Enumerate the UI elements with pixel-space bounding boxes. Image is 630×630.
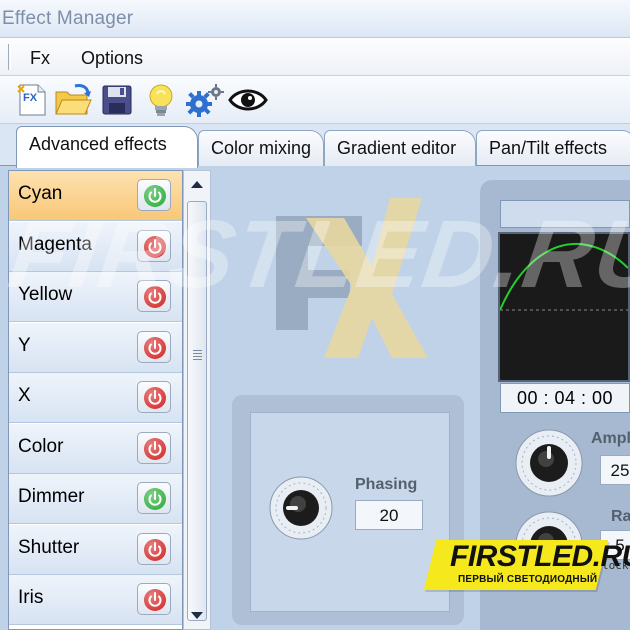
preview-header (500, 200, 630, 228)
tab-gradient-editor[interactable]: Gradient editor (324, 130, 476, 166)
channel-label: Magenta (18, 233, 92, 255)
amplitude-knob[interactable] (514, 428, 584, 503)
waveform-preview (498, 232, 630, 382)
channel-row-yellow[interactable]: Yellow (9, 272, 182, 322)
phasing-knob[interactable] (268, 475, 334, 546)
channel-label: Iris (18, 587, 44, 608)
channel-label: Color (18, 435, 64, 457)
amplitude-value-field[interactable]: 25 (600, 455, 630, 485)
power-icon (144, 336, 166, 359)
power-toggle-button[interactable] (137, 532, 171, 565)
channel-label: Dimmer (18, 486, 85, 507)
power-toggle-button[interactable] (137, 330, 171, 363)
power-toggle-button[interactable] (137, 280, 171, 312)
save-icon[interactable] (99, 82, 135, 118)
scroll-up-button[interactable] (184, 171, 210, 197)
channel-row-x[interactable]: X (9, 373, 182, 423)
phasing-label: Phasing (355, 476, 418, 493)
brand-badge-name: FIRSTLED.RU (450, 540, 630, 573)
tab-color-mixing[interactable]: Color mixing (198, 130, 324, 166)
svg-text:FX: FX (23, 92, 38, 104)
channel-list-scrollbar[interactable] (183, 170, 211, 630)
amplitude-label: Ampl (591, 430, 630, 447)
power-icon (144, 437, 166, 460)
power-icon (144, 235, 166, 258)
channel-label: Yellow (18, 284, 73, 305)
power-toggle-button[interactable] (137, 482, 171, 514)
power-icon (144, 538, 166, 561)
light-bulb-icon[interactable] (142, 82, 178, 118)
channel-row-magenta[interactable]: Magenta (9, 221, 182, 272)
channel-row-dimmer[interactable]: Dimmer (9, 474, 182, 524)
channel-list: Cyan Magenta Yellow Y X Color Dimmer Shutter Iri… (8, 170, 183, 630)
power-icon (144, 488, 166, 510)
tab-strip: Advanced effects Color mixing Gradient e… (0, 124, 630, 168)
power-icon (144, 185, 166, 207)
channel-row-iris[interactable]: Iris (9, 575, 182, 625)
power-icon (144, 286, 166, 308)
channel-label: Y (18, 334, 31, 356)
brand-badge-tagline: ПЕРВЫЙ СВЕТОДИОДНЫЙ (458, 574, 598, 585)
channel-label: Shutter (18, 536, 80, 558)
toolbar: FX (0, 76, 630, 124)
menu-bar: Fx Options (0, 38, 630, 76)
fx-logo: F X (262, 190, 462, 375)
menu-item-options[interactable]: Options (81, 48, 143, 69)
power-toggle-button[interactable] (137, 381, 171, 413)
power-toggle-button[interactable] (137, 229, 171, 262)
power-toggle-button[interactable] (137, 431, 171, 464)
channel-row-shutter[interactable]: Shutter (9, 524, 182, 575)
channel-label: X (18, 385, 31, 406)
power-toggle-button[interactable] (137, 179, 171, 211)
eye-icon[interactable] (228, 82, 268, 118)
tab-advanced-effects[interactable]: Advanced effects (16, 126, 198, 168)
channel-row-y[interactable]: Y (9, 322, 182, 373)
power-icon (144, 387, 166, 409)
fx-logo-letter-f: F (262, 190, 263, 191)
channel-label: Cyan (18, 183, 63, 204)
phasing-value-field[interactable]: 20 (355, 500, 423, 530)
scroll-down-button[interactable] (184, 603, 210, 629)
menu-grip (8, 44, 11, 70)
time-display: 00 : 04 : 00 (500, 383, 630, 413)
waveform-line (499, 242, 629, 311)
menu-item-fx[interactable]: Fx (30, 48, 50, 69)
power-icon (144, 589, 166, 611)
fx-logo-letter-x: X (262, 190, 263, 191)
scroll-thumb[interactable] (187, 201, 207, 621)
scroll-thumb-grip (193, 350, 202, 351)
title-bar: Effect Manager (0, 0, 630, 38)
settings-gears-icon[interactable] (183, 82, 224, 118)
power-toggle-button[interactable] (137, 583, 171, 615)
new-fx-icon[interactable]: FX (14, 82, 50, 118)
window-title: Effect Manager (2, 8, 134, 29)
tab-pan-tilt-effects[interactable]: Pan/Tilt effects (476, 130, 630, 166)
rate-label: Ra (611, 508, 630, 525)
open-folder-icon[interactable] (53, 82, 92, 118)
channel-row-color[interactable]: Color (9, 423, 182, 474)
channel-row-cyan[interactable]: Cyan (9, 171, 182, 221)
